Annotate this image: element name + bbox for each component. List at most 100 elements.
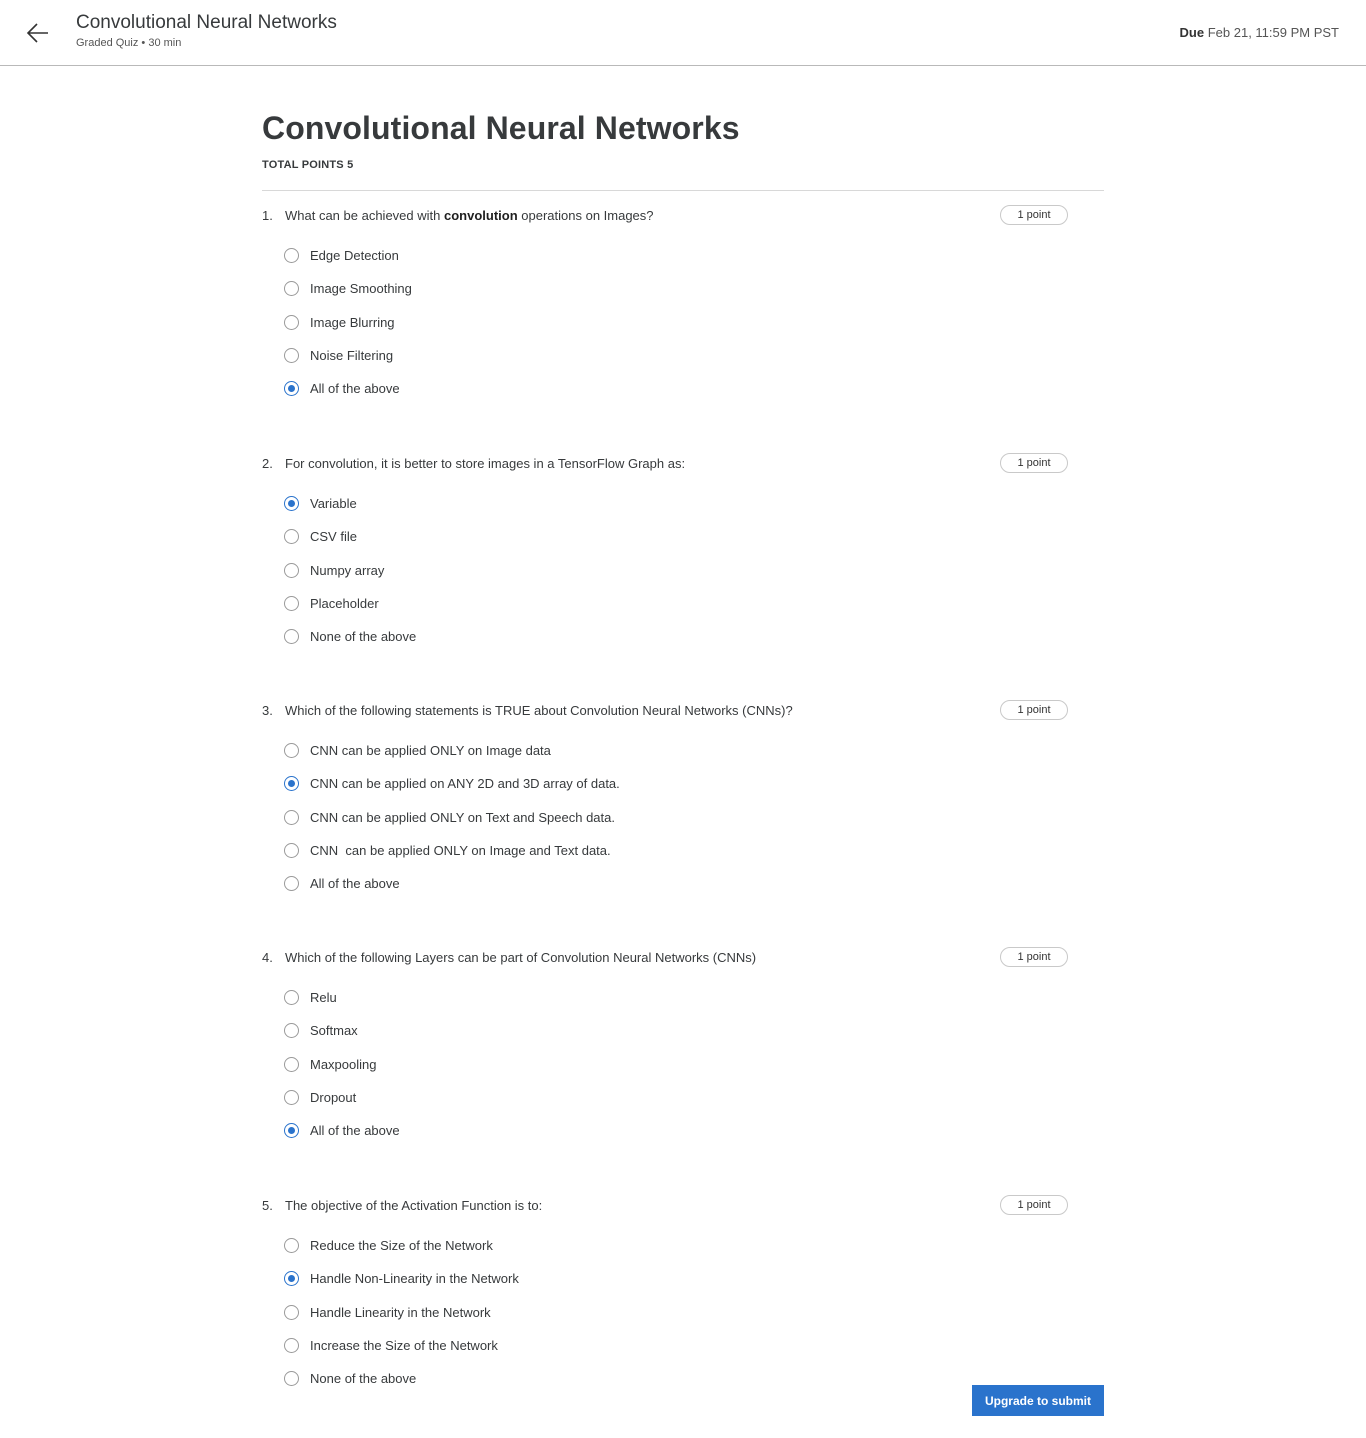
- radio-unchecked-icon[interactable]: [284, 990, 299, 1006]
- question-text-part: What can be achieved with: [285, 208, 444, 223]
- answer-option[interactable]: All of the above: [284, 1114, 400, 1147]
- answer-option[interactable]: Edge Detection: [284, 239, 412, 272]
- answer-option[interactable]: All of the above: [284, 372, 412, 405]
- answer-option[interactable]: Dropout: [284, 1081, 400, 1114]
- answer-option[interactable]: Increase the Size of the Network: [284, 1329, 519, 1362]
- question-number: 1.: [262, 208, 273, 223]
- question-header: 5. The objective of the Activation Functi…: [262, 1195, 1104, 1219]
- answer-option-label: CSV file: [310, 529, 357, 545]
- answer-options: CNN can be applied ONLY on Image data CNN…: [284, 734, 620, 900]
- answer-option-label: Dropout: [310, 1090, 357, 1106]
- radio-unchecked-icon[interactable]: [284, 248, 299, 264]
- header-subtitle: Graded Quiz • 30 min: [76, 37, 182, 49]
- back-button[interactable]: [22, 17, 54, 49]
- quiz-main: Convolutional Neural Networks TOTAL POIN…: [262, 104, 1104, 191]
- answer-option[interactable]: Variable: [284, 487, 416, 520]
- answer-option[interactable]: Handle Non-Linearity in the Network: [284, 1262, 519, 1295]
- answer-option[interactable]: Softmax: [284, 1014, 400, 1047]
- answer-option[interactable]: None of the above: [284, 1362, 519, 1395]
- answer-option-label: Variable: [310, 496, 357, 512]
- answer-options: Edge Detection Image Smoothing Image Blurr…: [284, 239, 412, 405]
- radio-unchecked-icon[interactable]: [284, 562, 299, 578]
- question-2: 2. For convolution, it is better to store…: [262, 453, 1104, 645]
- answer-options: Variable CSV file Numpy array Placeholder No…: [284, 487, 416, 653]
- answer-option[interactable]: All of the above: [284, 867, 620, 900]
- radio-checked-icon[interactable]: [284, 1271, 299, 1287]
- radio-unchecked-icon[interactable]: [284, 1023, 299, 1039]
- points-badge: 1 point: [1000, 1195, 1068, 1215]
- points-badge: 1 point: [1000, 700, 1068, 720]
- answer-option-label: Numpy array: [310, 562, 385, 578]
- answer-option[interactable]: Noise Filtering: [284, 339, 412, 372]
- radio-unchecked-icon[interactable]: [284, 529, 299, 545]
- answer-option[interactable]: Handle Linearity in the Network: [284, 1296, 519, 1329]
- radio-unchecked-icon[interactable]: [284, 281, 299, 297]
- answer-option[interactable]: Numpy array: [284, 554, 416, 587]
- answer-option[interactable]: CNN can be applied on ANY 2D and 3D arra…: [284, 767, 620, 800]
- radio-unchecked-icon[interactable]: [284, 743, 299, 759]
- radio-unchecked-icon[interactable]: [284, 1304, 299, 1320]
- question-text-part: operations on Images?: [517, 208, 654, 223]
- answer-option-label: CNN can be applied ONLY on Image data: [310, 743, 551, 759]
- radio-checked-icon[interactable]: [284, 381, 299, 397]
- answer-option[interactable]: Maxpooling: [284, 1048, 400, 1081]
- divider: [262, 190, 1104, 191]
- answer-option[interactable]: CNN can be applied ONLY on Image and Tex…: [284, 834, 620, 867]
- radio-unchecked-icon[interactable]: [284, 1371, 299, 1387]
- answer-option[interactable]: Placeholder: [284, 587, 416, 620]
- radio-unchecked-icon[interactable]: [284, 876, 299, 892]
- page-title: Convolutional Neural Networks: [262, 110, 740, 146]
- radio-unchecked-icon[interactable]: [284, 596, 299, 612]
- answer-option-label: Edge Detection: [310, 248, 399, 264]
- points-badge: 1 point: [1000, 205, 1068, 225]
- question-number: 5.: [262, 1198, 273, 1213]
- question-4: 4. Which of the following Layers can be p…: [262, 947, 1104, 1139]
- answer-option[interactable]: Image Smoothing: [284, 272, 412, 305]
- upgrade-to-submit-button[interactable]: Upgrade to submit: [972, 1385, 1104, 1416]
- radio-checked-icon[interactable]: [284, 1123, 299, 1139]
- answer-option-label: Handle Non-Linearity in the Network: [310, 1271, 519, 1287]
- question-text: For convolution, it is better to store i…: [285, 456, 686, 471]
- answer-option[interactable]: CNN can be applied ONLY on Image data: [284, 734, 620, 767]
- answer-option[interactable]: None of the above: [284, 620, 416, 653]
- question-text: Which of the following statements is TRU…: [285, 703, 793, 718]
- answer-option-label: Noise Filtering: [310, 348, 394, 364]
- due-label: Due: [1179, 25, 1205, 40]
- due-date: Due Feb 21, 11:59 PM PST: [1180, 25, 1339, 40]
- radio-unchecked-icon[interactable]: [284, 314, 299, 330]
- radio-unchecked-icon[interactable]: [284, 1056, 299, 1072]
- answer-option-label: Reduce the Size of the Network: [310, 1238, 493, 1254]
- radio-unchecked-icon[interactable]: [284, 629, 299, 645]
- answer-option-label: Handle Linearity in the Network: [310, 1304, 491, 1320]
- question-number: 3.: [262, 703, 273, 718]
- radio-unchecked-icon[interactable]: [284, 1090, 299, 1106]
- answer-option-label: None of the above: [310, 629, 417, 645]
- radio-unchecked-icon[interactable]: [284, 809, 299, 825]
- radio-unchecked-icon[interactable]: [284, 1338, 299, 1354]
- answer-option-label: Softmax: [310, 1023, 358, 1039]
- question-header: 1. What can be achieved with convolution …: [262, 205, 1104, 229]
- answer-option[interactable]: CSV file: [284, 520, 416, 553]
- answer-option[interactable]: Reduce the Size of the Network: [284, 1229, 519, 1262]
- top-bar: Convolutional Neural Networks Graded Qui…: [0, 0, 1366, 66]
- answer-option-label: Image Blurring: [310, 314, 395, 330]
- answer-option-label: None of the above: [310, 1371, 417, 1387]
- radio-checked-icon[interactable]: [284, 496, 299, 512]
- radio-unchecked-icon[interactable]: [284, 843, 299, 859]
- question-text: What can be achieved with convolution op…: [285, 208, 654, 223]
- radio-unchecked-icon[interactable]: [284, 1238, 299, 1254]
- radio-unchecked-icon[interactable]: [284, 348, 299, 364]
- answer-option[interactable]: Image Blurring: [284, 306, 412, 339]
- due-value: Feb 21, 11:59 PM PST: [1207, 25, 1339, 40]
- points-badge: 1 point: [1000, 453, 1068, 473]
- answer-option-label: All of the above: [310, 1123, 400, 1139]
- question-text-emphasis: convolution: [443, 208, 518, 223]
- radio-checked-icon[interactable]: [284, 776, 299, 792]
- answer-option[interactable]: CNN can be applied ONLY on Text and Spee…: [284, 801, 620, 834]
- answer-option-label: Placeholder: [310, 596, 379, 612]
- arrow-left-icon: [26, 23, 48, 43]
- question-header: 2. For convolution, it is better to store…: [262, 453, 1104, 477]
- answer-option[interactable]: Relu: [284, 981, 400, 1014]
- question-text: The objective of the Activation Function…: [285, 1198, 543, 1213]
- question-header: 3. Which of the following statements is T…: [262, 700, 1104, 724]
